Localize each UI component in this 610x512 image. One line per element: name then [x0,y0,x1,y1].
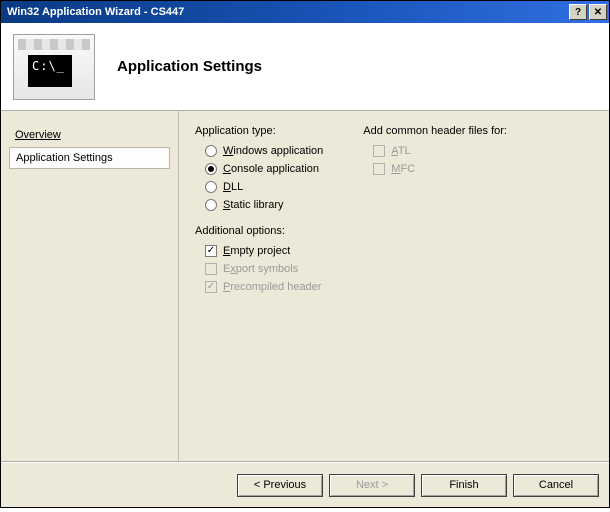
cancel-button[interactable]: Cancel [513,474,599,497]
close-button[interactable]: ✕ [589,4,607,20]
finish-button[interactable]: Finish [421,474,507,497]
radio-icon [205,199,217,211]
previous-button[interactable]: < Previous [237,474,323,497]
radio-console-label: Console application [223,163,319,175]
console-icon: C:\_ [13,34,95,100]
sidebar-item-application-settings[interactable]: Application Settings [9,147,170,169]
wizard-window: Win32 Application Wizard - CS447 ? ✕ C:\… [0,0,610,508]
main-panel: Application type: Windows application Co… [179,111,609,461]
check-mfc-label: MFC [391,163,415,175]
check-empty-label: Empty project [223,245,290,257]
radio-windows-app[interactable]: Windows application [205,145,323,157]
check-export-symbols: Export symbols [205,263,323,275]
radio-icon [205,181,217,193]
checkbox-icon [373,163,385,175]
checkbox-icon [205,281,217,293]
titlebar: Win32 Application Wizard - CS447 ? ✕ [1,1,609,23]
radio-static-lib[interactable]: Static library [205,199,323,211]
radio-windows-label: Windows application [223,145,323,157]
check-mfc: MFC [373,163,507,175]
radio-static-label: Static library [223,199,284,211]
radio-dll-label: DLL [223,181,243,193]
wizard-body: Overview Application Settings Applicatio… [1,111,609,461]
header-files-label: Add common header files for: [363,125,507,137]
wizard-footer: < Previous Next > Finish Cancel [1,461,609,507]
check-atl: ATL [373,145,507,157]
right-column: Add common header files for: ATL MFC [363,125,507,453]
check-empty-project[interactable]: Empty project [205,245,323,257]
radio-icon [205,145,217,157]
addl-options-label: Additional options: [195,225,323,237]
radio-dll[interactable]: DLL [205,181,323,193]
sidebar: Overview Application Settings [1,111,179,461]
sidebar-item-overview[interactable]: Overview [9,125,170,145]
check-atl-label: ATL [391,145,410,157]
radio-console-app[interactable]: Console application [205,163,323,175]
app-type-label: Application type: [195,125,323,137]
checkbox-icon [373,145,385,157]
page-title: Application Settings [117,58,262,75]
check-export-label: Export symbols [223,263,298,275]
window-title: Win32 Application Wizard - CS447 [7,6,567,18]
check-precomp-label: Precompiled header [223,281,321,293]
wizard-header: C:\_ Application Settings [1,23,609,111]
checkbox-icon [205,263,217,275]
check-precompiled-header: Precompiled header [205,281,323,293]
left-column: Application type: Windows application Co… [195,125,323,453]
help-button[interactable]: ? [569,4,587,20]
next-button: Next > [329,474,415,497]
radio-icon [205,163,217,175]
checkbox-icon [205,245,217,257]
